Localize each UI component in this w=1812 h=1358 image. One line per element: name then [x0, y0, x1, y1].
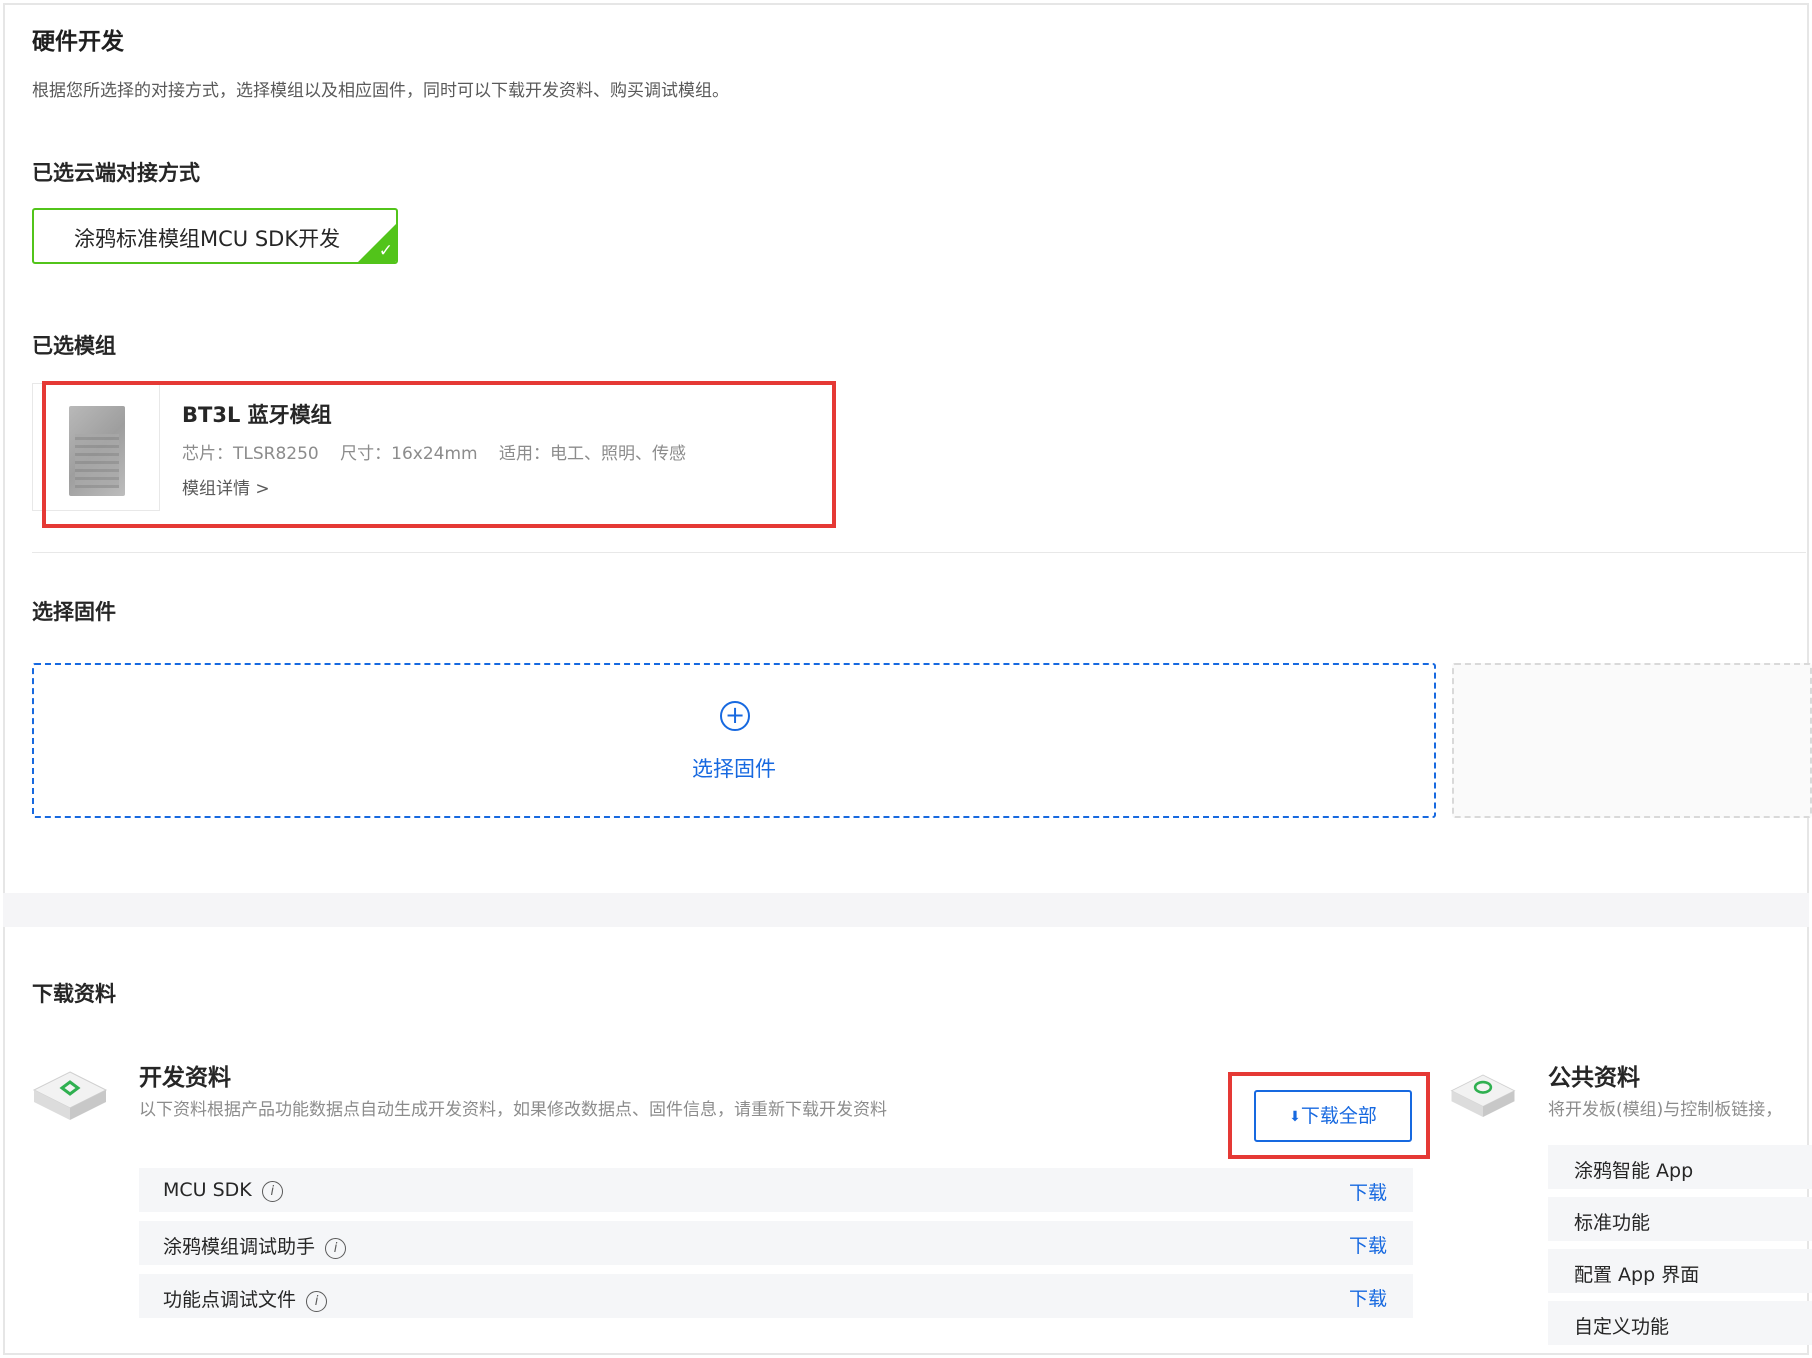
- public-item-custom-functions[interactable]: 自定义功能: [1548, 1301, 1812, 1345]
- info-icon[interactable]: i: [306, 1291, 328, 1312]
- cloud-section-title: 已选云端对接方式: [32, 161, 200, 185]
- list-item-debug-assistant: 涂鸦模组调试助手 i 下载: [139, 1221, 1413, 1265]
- selected-cloud-method-card[interactable]: 涂鸦标准模组MCU SDK开发 ✓: [32, 208, 398, 264]
- highlight-box-download-all: [1228, 1072, 1430, 1159]
- cloud-method-label: 涂鸦标准模组MCU SDK开发: [74, 227, 341, 251]
- section-divider: [32, 552, 1806, 553]
- select-firmware-button[interactable]: + 选择固件: [32, 663, 1436, 818]
- dev-docs-description: 以下资料根据产品功能数据点自动生成开发资料，如果修改数据点、固件信息，请重新下载…: [139, 1100, 887, 1120]
- public-item-label: 配置 App 界面: [1574, 1264, 1700, 1286]
- list-item-mcu-sdk: MCU SDK i 下载: [139, 1168, 1413, 1212]
- select-firmware-label: 选择固件: [692, 757, 776, 781]
- info-icon[interactable]: i: [325, 1238, 347, 1259]
- highlight-box-module: [42, 381, 836, 528]
- dev-docs-icon: [32, 1071, 108, 1120]
- firmware-section-title: 选择固件: [32, 600, 116, 624]
- download-link[interactable]: 下载: [1349, 1178, 1387, 1205]
- item-name: 功能点调试文件: [163, 1289, 297, 1311]
- public-item-label: 涂鸦智能 App: [1574, 1160, 1694, 1182]
- checkmark-icon: ✓: [378, 241, 393, 261]
- public-item-label: 自定义功能: [1574, 1316, 1670, 1338]
- public-docs-title: 公共资料: [1548, 1065, 1640, 1091]
- item-name: 涂鸦模组调试助手: [163, 1236, 316, 1258]
- downloads-section-title: 下载资料: [32, 982, 116, 1006]
- plus-circle-icon: +: [720, 701, 750, 731]
- public-item-label: 标准功能: [1574, 1212, 1651, 1234]
- public-docs-icon: [1450, 1074, 1516, 1117]
- public-item-tuya-app[interactable]: 涂鸦智能 App: [1548, 1145, 1812, 1189]
- list-item-dp-debug-file: 功能点调试文件 i 下载: [139, 1274, 1413, 1318]
- info-icon[interactable]: i: [261, 1181, 283, 1202]
- module-section-title: 已选模组: [32, 334, 116, 358]
- download-link[interactable]: 下载: [1349, 1231, 1387, 1258]
- public-item-standard-functions[interactable]: 标准功能: [1548, 1197, 1812, 1241]
- section-separator-band: [3, 893, 1809, 927]
- download-link[interactable]: 下载: [1349, 1284, 1387, 1311]
- page-title: 硬件开发: [32, 29, 124, 55]
- page-description: 根据您所选择的对接方式，选择模组以及相应固件，同时可以下载开发资料、购买调试模组…: [32, 81, 729, 101]
- public-item-configure-app-ui[interactable]: 配置 App 界面: [1548, 1249, 1812, 1293]
- item-name: MCU SDK: [163, 1179, 252, 1201]
- dev-docs-title: 开发资料: [139, 1065, 231, 1091]
- firmware-placeholder-card: [1452, 663, 1812, 818]
- public-docs-description: 将开发板(模组)与控制板链接，: [1548, 1100, 1783, 1120]
